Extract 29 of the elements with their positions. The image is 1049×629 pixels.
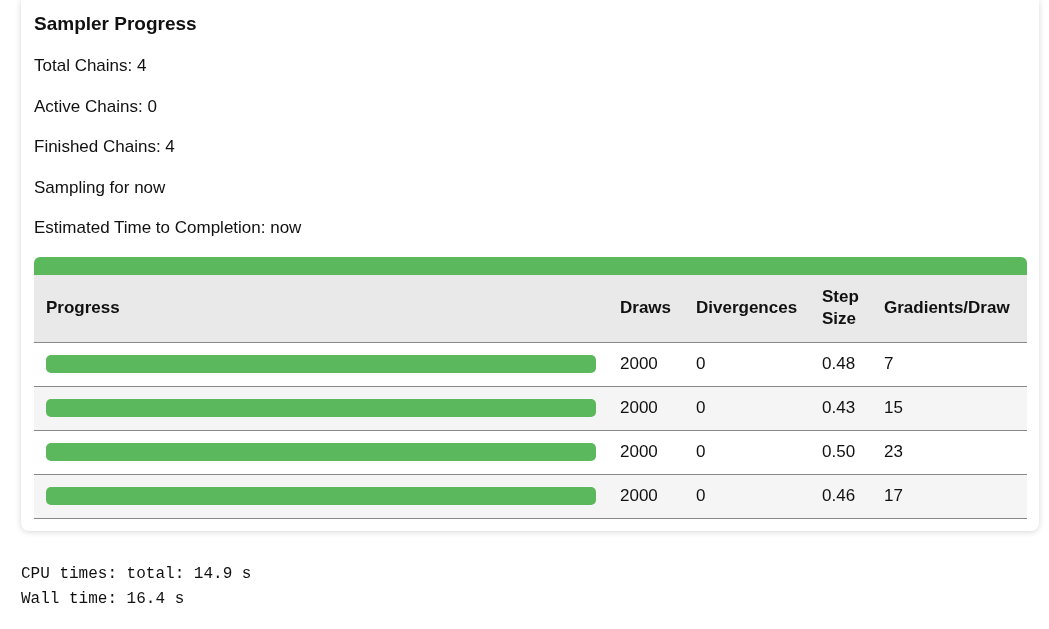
table-cell: 0 <box>684 386 810 430</box>
stat-text: Estimated Time to Completion: now <box>34 217 303 239</box>
table-cell: 0 <box>684 430 810 474</box>
table-cell: 2000 <box>608 386 684 430</box>
table-cell: 0 <box>684 342 810 386</box>
output-text: CPU times: total: 14.9 s <box>21 563 253 585</box>
table-cell: 0.46 <box>810 474 872 518</box>
table-cell: 15 <box>872 386 1027 430</box>
table-cell: 17 <box>872 474 1027 518</box>
table-cell: 2000 <box>608 342 684 386</box>
table-cell: 2000 <box>608 430 684 474</box>
table-cell: 7 <box>872 342 1027 386</box>
column-header: Progress <box>34 275 608 342</box>
stat-text: Finished Chains: 4 <box>34 136 176 158</box>
stat-text: Active Chains: 0 <box>34 95 158 118</box>
table-cell: 2000 <box>608 474 684 518</box>
table-cell: 23 <box>872 430 1027 474</box>
stat-text: Total Chains: 4 <box>34 55 148 77</box>
column-header: Step Size <box>810 275 872 342</box>
table-cell: 0 <box>684 474 810 518</box>
output-text: Wall time: 16.4 s <box>21 588 186 610</box>
table-cell: 0.43 <box>810 386 872 430</box>
column-header: Draws <box>608 275 684 342</box>
panel-title: Sampler Progress <box>34 12 198 36</box>
column-header: Divergences <box>684 275 810 342</box>
stat-text: Sampling for now <box>34 176 167 199</box>
table-cell: 0.48 <box>810 342 872 386</box>
column-header: Gradients/Draw <box>872 275 1027 342</box>
table-cell: 0.50 <box>810 430 872 474</box>
